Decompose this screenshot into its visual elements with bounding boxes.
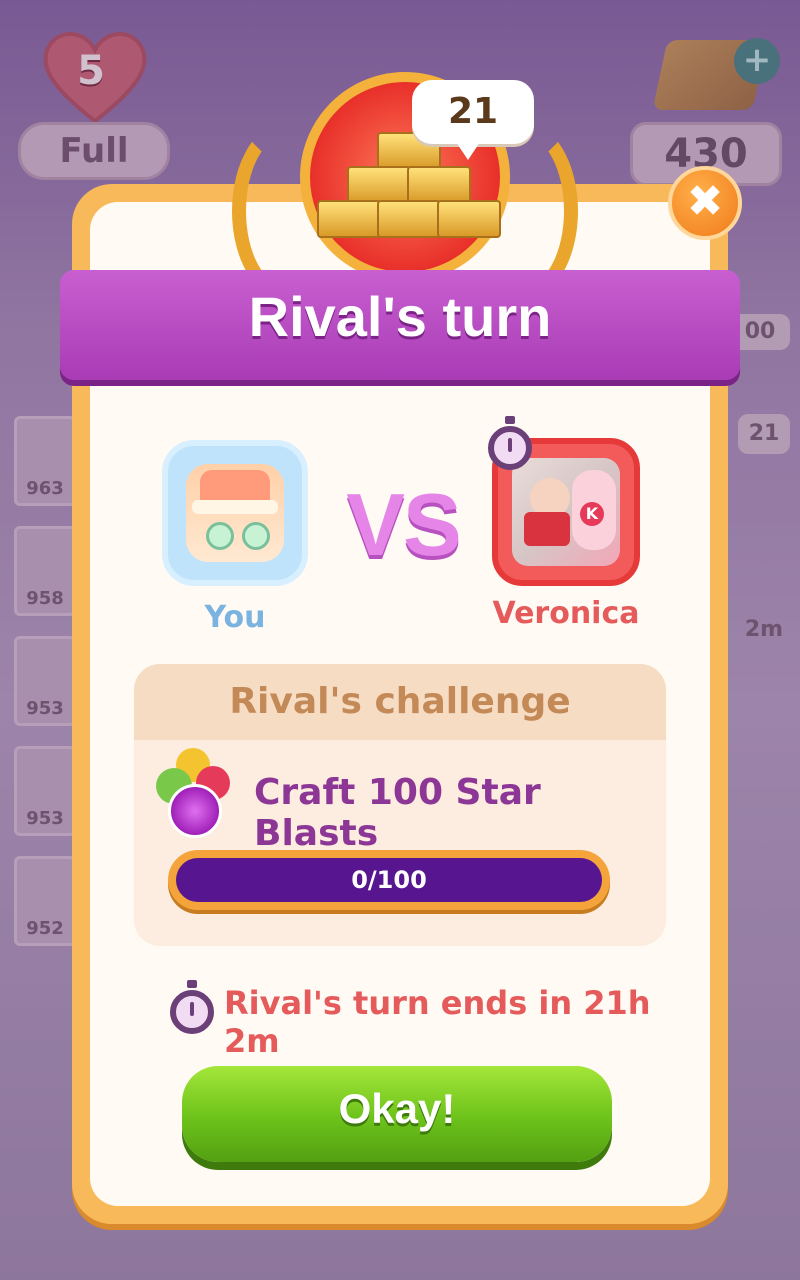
challenge-progress-bar: 0/100 — [168, 850, 610, 910]
rival-photo: K — [512, 458, 620, 566]
star-blast-gem-icon — [156, 748, 234, 840]
rival-name: Veronica — [492, 596, 640, 631]
progress-text: 0/100 — [351, 866, 427, 894]
player-avatar — [162, 440, 308, 586]
close-button[interactable]: ✖ — [668, 166, 742, 240]
okay-button[interactable]: Okay! — [182, 1066, 612, 1162]
vs-text: VS — [346, 475, 461, 574]
challenge-panel: Rival's challenge Craft 100 Star Blasts … — [134, 664, 666, 946]
challenge-task: Craft 100 Star Blasts — [254, 772, 541, 854]
challenge-header: Rival's challenge — [134, 664, 666, 740]
stopwatch-icon — [170, 980, 214, 1034]
rival-photo-badge: K — [580, 502, 604, 526]
player-label: You — [204, 600, 266, 635]
reward-count-bubble: 21 — [412, 80, 534, 160]
title-ribbon: Rival's turn — [60, 270, 740, 380]
player-avatar-face — [186, 464, 284, 562]
turn-ends-text: Rival's turn ends in 21h 2m — [224, 984, 651, 1060]
stopwatch-icon — [488, 416, 532, 470]
dialog-title: Rival's turn — [248, 285, 552, 348]
